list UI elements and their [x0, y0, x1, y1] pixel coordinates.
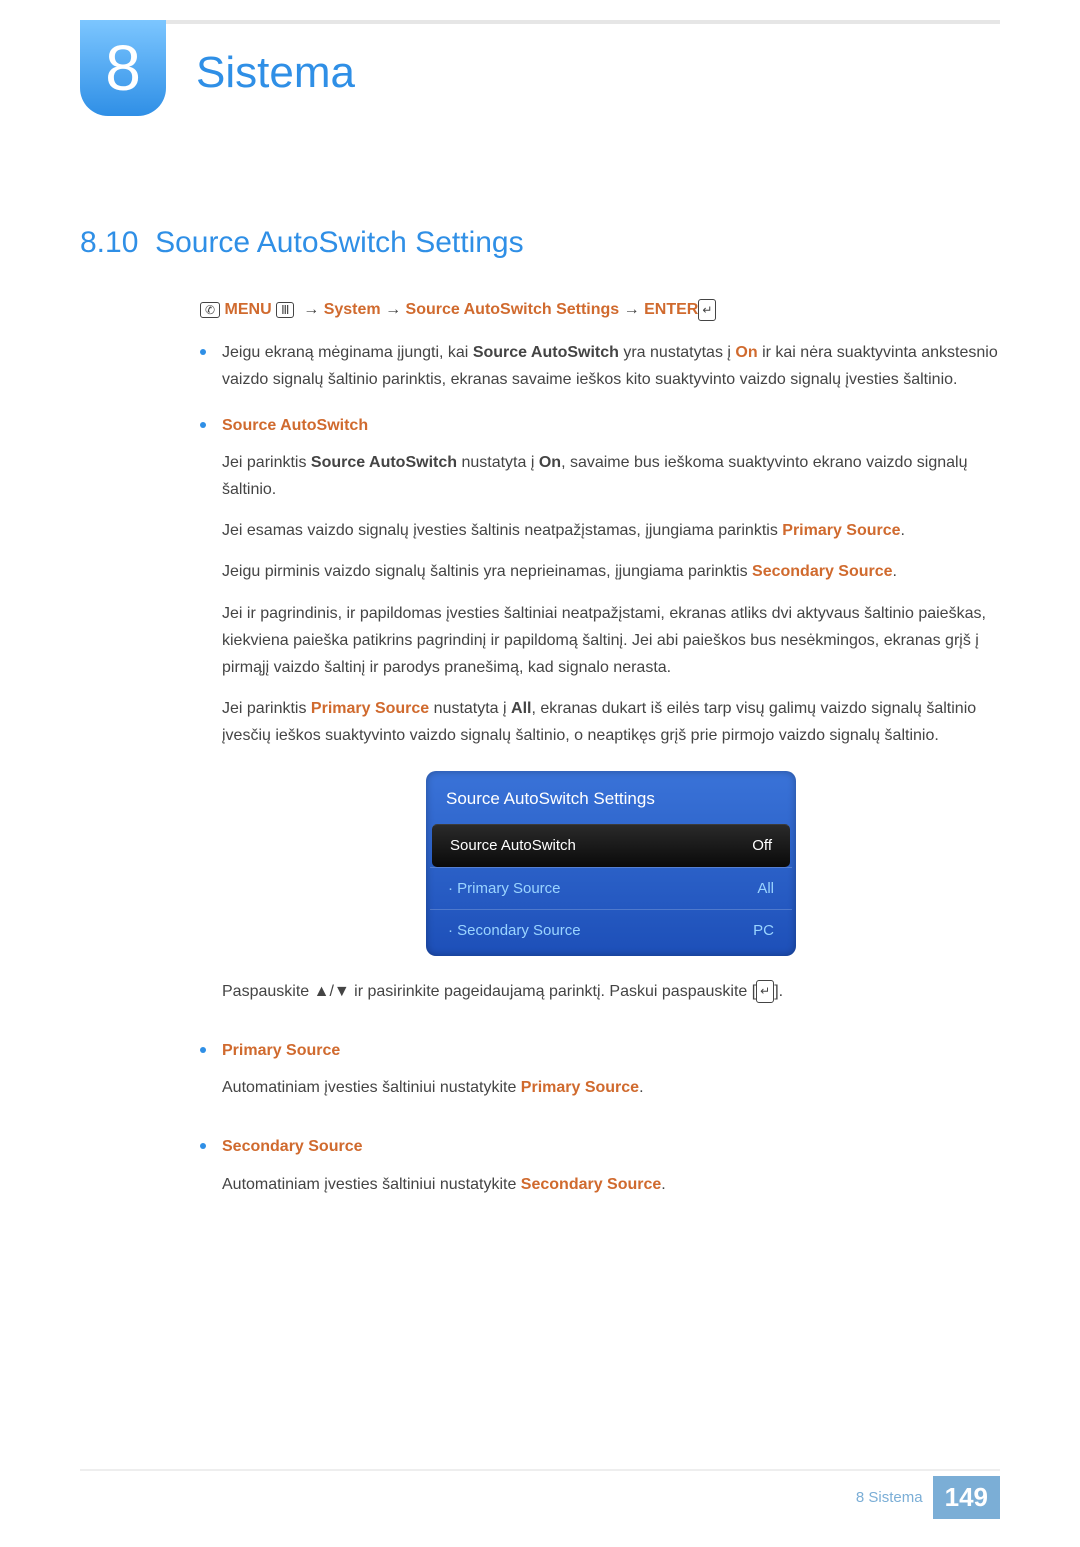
- osd-row-label: Source AutoSwitch: [450, 833, 576, 859]
- bullet-text: Source AutoSwitch Jei parinktis Source A…: [222, 412, 1000, 1019]
- osd-row-value: All: [757, 876, 774, 902]
- enter-icon: ↵: [698, 299, 716, 321]
- text-bold: Source AutoSwitch: [311, 454, 457, 471]
- footer: 8 Sistema 149: [856, 1476, 1000, 1519]
- text: .: [901, 522, 905, 539]
- chapter-header: 8 Sistema: [80, 24, 1000, 116]
- bullet-text: Primary Source Automatiniam įvesties šal…: [222, 1037, 1000, 1115]
- osd-row-label: · Primary Source: [448, 876, 561, 902]
- source-autoswitch-title: Source AutoSwitch: [222, 412, 1000, 439]
- text: Jei parinktis: [222, 700, 311, 717]
- text: Jei esamas vaizdo signalų įvesties šalti…: [222, 522, 782, 539]
- section-number: 8.10: [80, 226, 138, 259]
- remote-icon: ✆: [200, 302, 220, 318]
- bullet-text: Secondary Source Automatiniam įvesties š…: [222, 1133, 1000, 1211]
- chapter-number: 8: [105, 31, 141, 105]
- text: Jeigu pirminis vaizdo signalų šaltinis y…: [222, 563, 752, 580]
- text: .: [893, 563, 897, 580]
- bullet-item: Source AutoSwitch Jei parinktis Source A…: [200, 412, 1000, 1019]
- footer-rule: [80, 1469, 1000, 1471]
- text: Jei ir pagrindinis, ir papildomas įvesti…: [222, 605, 986, 676]
- text: Jeigu ekraną mėginama įjungti, kai: [222, 344, 473, 361]
- chapter-tab: 8: [80, 20, 166, 116]
- bullet-dot-icon: [200, 1047, 206, 1053]
- osd-row-label: · Secondary Source: [448, 918, 581, 944]
- menu-icon: Ⅲ: [276, 302, 294, 318]
- bullet-text: Jeigu ekraną mėginama įjungti, kai Sourc…: [222, 339, 1000, 393]
- text-bold: On: [539, 454, 561, 471]
- osd-row-value: Off: [752, 833, 772, 859]
- arrow-icon: →: [385, 301, 401, 318]
- bullet-dot-icon: [200, 349, 206, 355]
- text: yra nustatytas į: [619, 344, 736, 361]
- arrows-icon: ▲/▼: [314, 983, 350, 1000]
- enter-icon: ↵: [756, 980, 774, 1002]
- text: Jei parinktis: [222, 454, 311, 471]
- osd-title: Source AutoSwitch Settings: [430, 775, 792, 824]
- text-highlight: Secondary Source: [521, 1176, 662, 1193]
- text: .: [661, 1176, 665, 1193]
- text: Automatiniam įvesties šaltiniui nustatyk…: [222, 1079, 521, 1096]
- osd-row-selected: Source AutoSwitch Off: [432, 824, 790, 867]
- osd-row-value: PC: [753, 918, 774, 944]
- bullet-item: Secondary Source Automatiniam įvesties š…: [200, 1133, 1000, 1211]
- arrow-icon: →: [624, 301, 640, 318]
- bullet-item: Primary Source Automatiniam įvesties šal…: [200, 1037, 1000, 1115]
- secondary-source-title: Secondary Source: [222, 1133, 1000, 1160]
- osd-panel: Source AutoSwitch Settings Source AutoSw…: [426, 771, 796, 955]
- menu-breadcrumb: ✆ MENU Ⅲ → System → Source AutoSwitch Se…: [200, 296, 1000, 323]
- text-highlight: Primary Source: [782, 522, 900, 539]
- text: ].: [774, 983, 783, 1000]
- breadcrumb-menu: MENU: [225, 301, 272, 318]
- arrow-icon: →: [303, 301, 319, 318]
- text: ir pasirinkite pageidaujamą parinktį. Pa…: [350, 983, 756, 1000]
- text-highlight: Primary Source: [521, 1079, 639, 1096]
- text-bold: All: [511, 700, 531, 717]
- text: nustatyta į: [457, 454, 539, 471]
- primary-source-title: Primary Source: [222, 1037, 1000, 1064]
- text: Paspauskite: [222, 983, 314, 1000]
- section-heading: 8.10 Source AutoSwitch Settings: [80, 226, 1000, 260]
- text: .: [639, 1079, 643, 1096]
- text: nustatyta į: [429, 700, 511, 717]
- text: Automatiniam įvesties šaltiniui nustatyk…: [222, 1176, 521, 1193]
- osd-row: · Primary Source All: [430, 867, 792, 910]
- content: ✆ MENU Ⅲ → System → Source AutoSwitch Se…: [200, 296, 1000, 1212]
- nav-hint: Paspauskite ▲/▼ ir pasirinkite pageidauj…: [222, 978, 1000, 1005]
- breadcrumb-enter: ENTER: [644, 301, 698, 318]
- bullet-dot-icon: [200, 1143, 206, 1149]
- footer-page-number: 149: [933, 1476, 1000, 1519]
- osd-row: · Secondary Source PC: [430, 909, 792, 952]
- bullet-dot-icon: [200, 422, 206, 428]
- breadcrumb-system: System: [324, 301, 381, 318]
- text-highlight: Secondary Source: [752, 563, 893, 580]
- section-title: Source AutoSwitch Settings: [155, 226, 524, 259]
- text-highlight: Primary Source: [311, 700, 429, 717]
- chapter-title: Sistema: [196, 48, 355, 98]
- bullet-item: Jeigu ekraną mėginama įjungti, kai Sourc…: [200, 339, 1000, 393]
- footer-label: 8 Sistema: [856, 1489, 923, 1506]
- text-highlight: On: [735, 344, 757, 361]
- section: 8.10 Source AutoSwitch Settings ✆ MENU Ⅲ…: [80, 226, 1000, 1212]
- breadcrumb-sas: Source AutoSwitch Settings: [406, 301, 620, 318]
- text-bold: Source AutoSwitch: [473, 344, 619, 361]
